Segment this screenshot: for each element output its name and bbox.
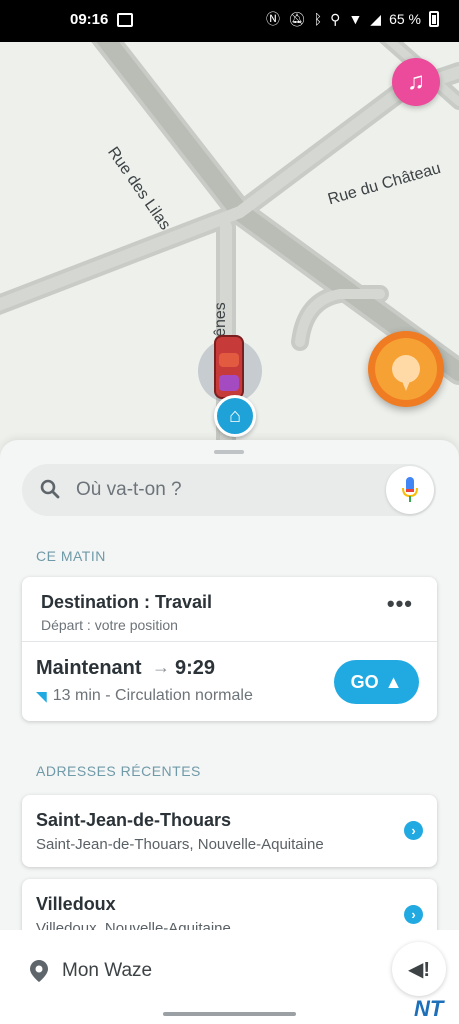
report-button[interactable] — [368, 331, 444, 407]
wifi-icon: ▼ — [348, 11, 363, 27]
gesture-nav-pill[interactable] — [163, 1012, 296, 1016]
watermark-logo: NT — [414, 996, 444, 1021]
traffic-signal-icon: ◥ — [36, 687, 47, 704]
status-bar: 09:16 Ⓝ 🔕︎ ᛒ ⚲ ▼ ◢ 65 % — [0, 0, 459, 42]
section-title-morning: CE MATIN — [36, 548, 106, 564]
search-bar[interactable]: Où va-t-on ? — [22, 464, 436, 516]
car-icon — [214, 335, 244, 399]
chevron-right-icon: › — [404, 821, 423, 840]
search-icon — [40, 479, 60, 499]
destination-card[interactable]: Destination : Travail Départ : votre pos… — [22, 577, 437, 721]
microphone-icon — [402, 477, 418, 502]
go-button[interactable]: GO ▲ — [334, 660, 419, 704]
battery-icon — [429, 11, 439, 27]
navigate-arrow-icon: ▲ — [384, 671, 403, 692]
card-divider — [22, 641, 437, 642]
go-label: GO — [350, 671, 379, 692]
arrow-right-icon: → — [152, 657, 170, 677]
more-options-icon[interactable]: ••• — [387, 591, 413, 617]
status-icons: Ⓝ 🔕︎ ᛒ ⚲ ▼ ◢ 65 % — [266, 9, 439, 29]
battery-percent: 65 % — [389, 11, 421, 27]
bluetooth-icon: ᛒ — [313, 11, 323, 27]
bottom-sheet: Où va-t-on ? CE MATIN Destination : Trav… — [0, 440, 459, 940]
eta-now-label: Maintenant — [36, 657, 142, 679]
eta-traffic: ◥ 13 min - Circulation normale — [36, 687, 253, 705]
bottom-bar: Mon Waze ◀! NT — [0, 930, 459, 1024]
destination-subtitle: Départ : votre position — [41, 617, 178, 633]
eta-arrival-time: 9:29 — [175, 657, 216, 679]
location-icon: ⚲ — [330, 11, 341, 27]
sheet-drag-handle[interactable] — [214, 450, 244, 454]
voice-search-button[interactable] — [386, 466, 434, 514]
home-pin-icon[interactable]: ⌂ — [214, 395, 256, 437]
my-waze-button[interactable]: Mon Waze — [62, 960, 152, 982]
status-time: 09:16 — [70, 11, 109, 28]
section-title-recent: ADRESSES RÉCENTES — [36, 763, 201, 779]
traffic-text: 13 min - Circulation normale — [52, 687, 253, 704]
mute-icon: 🔕︎ — [287, 11, 306, 27]
destination-title: Destination : Travail — [41, 592, 213, 612]
recent-address-title: Saint-Jean-de-Thouars — [36, 810, 232, 830]
music-note-icon: ♫ — [407, 68, 425, 95]
location-pin-icon — [30, 960, 48, 982]
signal-icon: ◢ — [370, 11, 382, 27]
recent-address-item[interactable]: Saint-Jean-de-Thouars Saint-Jean-de-Thou… — [22, 795, 437, 867]
nfc-icon: Ⓝ — [265, 11, 280, 27]
music-button[interactable]: ♫ — [392, 58, 440, 106]
chevron-right-icon: › — [404, 905, 423, 924]
recent-address-title: Villedoux — [36, 894, 116, 914]
search-input[interactable]: Où va-t-on ? — [76, 479, 182, 501]
recent-address-subtitle: Saint-Jean-de-Thouars, Nouvelle-Aquitain… — [36, 836, 324, 853]
sound-settings-button[interactable]: ◀! — [392, 942, 446, 996]
report-bubble-icon — [392, 355, 420, 391]
screenshot-icon — [117, 13, 133, 27]
speaker-alert-icon: ◀! — [407, 958, 431, 981]
